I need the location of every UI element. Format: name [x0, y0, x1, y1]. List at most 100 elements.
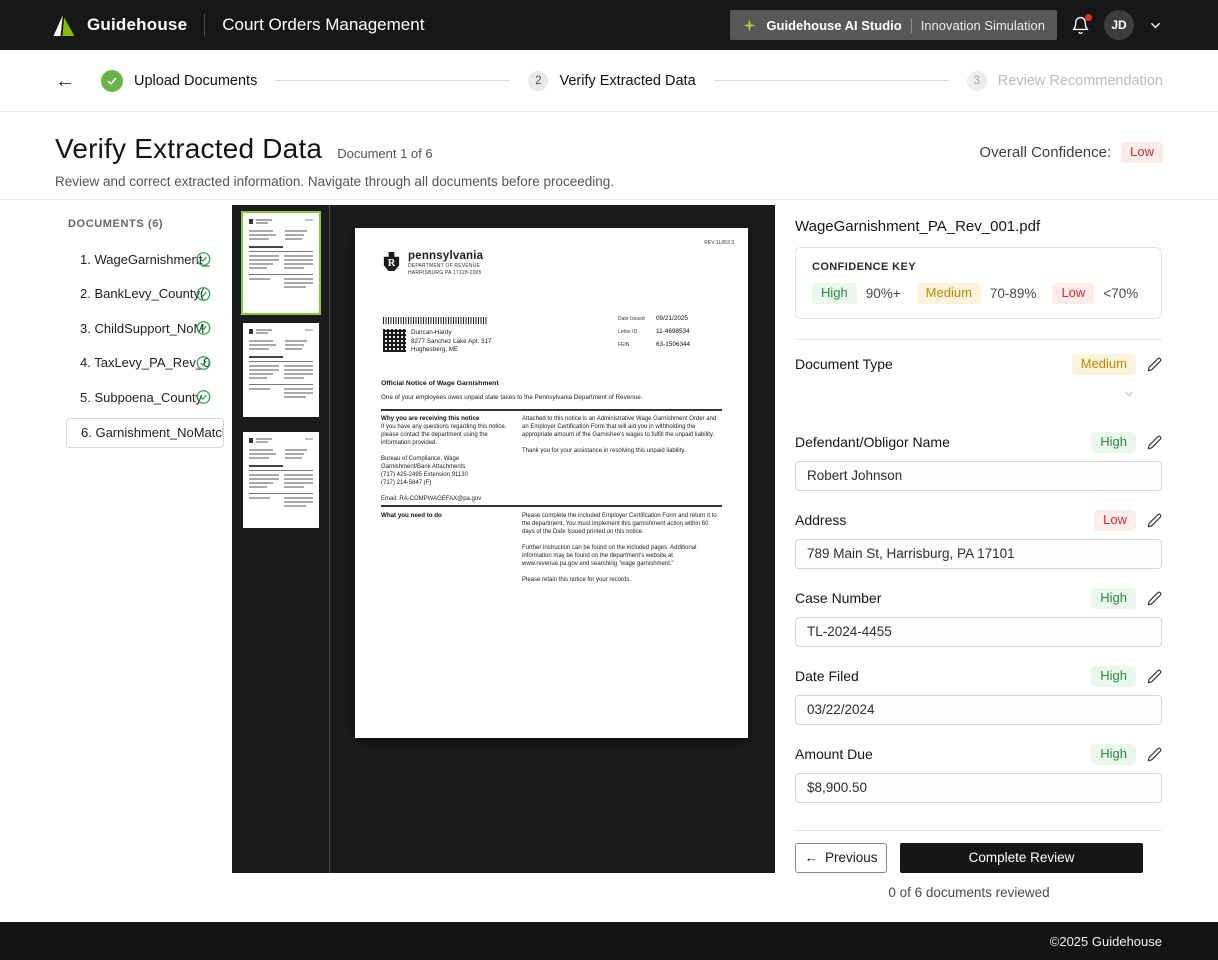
pencil-icon — [1147, 591, 1162, 606]
overall-confidence: Overall Confidence: Low — [979, 142, 1163, 163]
thumbnail-preview — [243, 432, 319, 509]
document-list: DOCUMENTS (6) 1. WageGarnishment_ 2. Ban… — [55, 200, 232, 448]
thumbnail-preview — [243, 323, 319, 400]
address-input[interactable] — [795, 539, 1162, 569]
confidence-key-title: CONFIDENCE KEY — [812, 261, 1145, 273]
field-label: Defendant/Obligor Name — [795, 434, 950, 450]
document-list-item-2[interactable]: 2. BankLevy_County( — [55, 277, 232, 312]
document-canvas: REV 1L053 3 R pennsylvania DEPARTMENT OF… — [331, 205, 775, 873]
complete-review-button[interactable]: Complete Review — [900, 843, 1143, 873]
doc-paragraph: If you have any questions regarding this… — [381, 423, 514, 447]
doc-meta-value: 09/21/2025 — [656, 315, 688, 322]
doc-agency-header: R pennsylvania DEPARTMENT OF REVENUE HAR… — [381, 250, 483, 276]
field-defendant-name: Defendant/Obligor Name High — [795, 432, 1162, 491]
doc-state-name: pennsylvania — [408, 250, 483, 262]
notifications-button[interactable] — [1071, 16, 1090, 35]
doc-paragraph: Further instruction can be found on the … — [522, 544, 722, 568]
doc-city-line: HARRISBURG PA 17128-2005 — [408, 270, 483, 276]
chevron-down-icon — [1148, 18, 1163, 33]
avatar[interactable]: JD — [1104, 10, 1134, 40]
doc-paragraph: Please retain this notice for your recor… — [522, 576, 722, 584]
page-thumbnail-1[interactable] — [243, 213, 319, 313]
pencil-icon — [1147, 435, 1162, 450]
document-list-item-5[interactable]: 5. Subpoena_County — [55, 380, 232, 415]
document-list-heading: DOCUMENTS (6) — [68, 218, 232, 230]
step-verify-extracted-data[interactable]: 2 Verify Extracted Data — [528, 71, 695, 91]
document-list-item-6[interactable]: 6. Garnishment_NoMatcl — [66, 418, 224, 448]
defendant-name-input[interactable] — [795, 461, 1162, 491]
doc-section-heading: Why you are receiving this notice — [381, 415, 514, 422]
edit-document-type-button[interactable] — [1147, 357, 1162, 372]
ai-studio-badge[interactable]: Guidehouse AI Studio Innovation Simulati… — [730, 10, 1057, 40]
ai-mode-label: Innovation Simulation — [921, 18, 1045, 33]
doc-paragraph: Attached to this notice is an Administra… — [522, 415, 722, 439]
ai-studio-label: Guidehouse AI Studio — [766, 18, 901, 33]
brand-name: Guidehouse — [87, 15, 187, 35]
edit-case-number-button[interactable] — [1147, 591, 1162, 606]
low-range: <70% — [1103, 286, 1138, 301]
confidence-badge: Medium — [1072, 354, 1136, 375]
user-menu-chevron[interactable] — [1148, 18, 1163, 33]
extraction-panel: WageGarnishment_PA_Rev_001.pdf CONFIDENC… — [795, 200, 1162, 900]
doc-line: (717) 214-5847 (F) — [381, 479, 514, 487]
doc-paragraph: Please complete the included Employer Ce… — [522, 512, 722, 536]
page-thumbnail-2[interactable] — [243, 323, 319, 417]
step-complete-check-icon — [101, 70, 123, 92]
postal-barcode — [383, 317, 487, 324]
guidehouse-logo-icon — [52, 13, 77, 37]
edit-address-button[interactable] — [1147, 513, 1162, 528]
high-range: 90%+ — [866, 286, 901, 301]
step-label: Review Recommendation — [998, 73, 1163, 89]
qr-code — [383, 329, 406, 352]
page-subtitle: Review and correct extracted information… — [55, 174, 1163, 189]
page-thumbnail-3[interactable] — [243, 432, 319, 528]
doc-divider — [381, 505, 722, 507]
document-type-select[interactable] — [795, 383, 1162, 405]
confidence-badge: High — [1091, 744, 1136, 765]
case-number-input[interactable] — [795, 617, 1162, 647]
field-label: Date Filed — [795, 668, 859, 684]
confidence-key: CONFIDENCE KEY High 90%+ Medium 70-89% L… — [795, 247, 1162, 319]
page-title: Verify Extracted Data — [55, 133, 322, 165]
step-connector — [275, 80, 510, 81]
edit-amount-due-button[interactable] — [1147, 747, 1162, 762]
doc-recipient-addr2: Hughesberg, ME — [411, 346, 492, 355]
back-arrow-icon: ← — [55, 70, 75, 92]
pencil-icon — [1147, 747, 1162, 762]
confidence-badge: High — [1091, 666, 1136, 687]
main-content: DOCUMENTS (6) 1. WageGarnishment_ 2. Ban… — [0, 200, 1218, 922]
edit-date-filed-button[interactable] — [1147, 669, 1162, 684]
pencil-icon — [1147, 513, 1162, 528]
step-review-recommendation: 3 Review Recommendation — [967, 71, 1163, 91]
chevron-down-icon — [1122, 387, 1136, 401]
doc-meta-label: FEIN — [618, 342, 656, 348]
back-button[interactable]: ← — [55, 71, 75, 91]
document-list-item-1[interactable]: 1. WageGarnishment_ — [55, 242, 232, 277]
doc-paragraph: Thank you for your assistance in resolvi… — [522, 447, 722, 455]
document-item-label: 4. TaxLevy_PA_Rev_0 — [80, 355, 210, 370]
document-page: REV 1L053 3 R pennsylvania DEPARTMENT OF… — [355, 228, 748, 738]
step-number: 3 — [967, 71, 987, 91]
document-item-label: 3. ChildSupport_NoM — [80, 321, 204, 336]
amount-due-input[interactable] — [795, 773, 1162, 803]
panel-divider — [795, 339, 1162, 340]
doc-notice-title: Official Notice of Wage Garnishment — [381, 380, 499, 387]
document-list-item-3[interactable]: 3. ChildSupport_NoM — [55, 311, 232, 346]
field-document-type: Document Type Medium — [795, 354, 1162, 405]
page-head: Verify Extracted Data Document 1 of 6 Re… — [0, 112, 1218, 200]
date-filed-input[interactable] — [795, 695, 1162, 725]
doc-meta-value: 63-1506344 — [656, 341, 690, 348]
actions-divider — [795, 830, 1162, 831]
high-badge: High — [812, 283, 857, 304]
doc-meta-label: Letter ID — [618, 329, 656, 335]
check-circle-icon — [196, 286, 211, 301]
document-filename: WageGarnishment_PA_Rev_001.pdf — [795, 218, 1162, 235]
document-item-label: 2. BankLevy_County( — [80, 286, 204, 301]
document-list-item-4[interactable]: 4. TaxLevy_PA_Rev_0 — [55, 346, 232, 381]
previous-button[interactable]: ← Previous — [795, 843, 887, 873]
arrow-left-icon: ← — [804, 850, 818, 865]
step-upload-documents[interactable]: Upload Documents — [101, 70, 257, 92]
doc-rev-code: REV 1L053 3 — [704, 240, 734, 246]
doc-meta-label: Date Issued — [618, 316, 656, 322]
edit-defendant-name-button[interactable] — [1147, 435, 1162, 450]
